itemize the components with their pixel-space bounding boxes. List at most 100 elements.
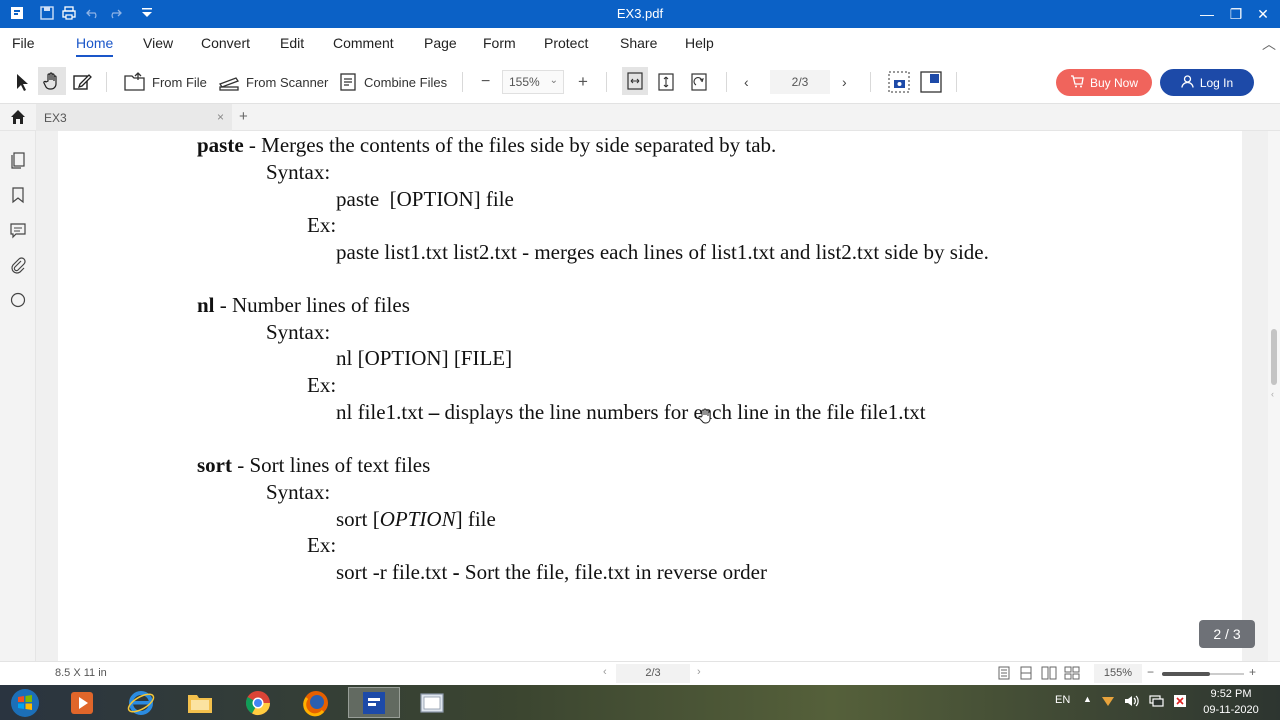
- sort-description: - Sort lines of text files: [232, 453, 431, 477]
- snapshot-icon[interactable]: [888, 70, 910, 94]
- menu-comment[interactable]: Comment: [333, 35, 394, 51]
- previous-page-icon[interactable]: ‹: [744, 70, 749, 94]
- nl-heading: nl - Number lines of files: [197, 293, 410, 318]
- close-tab-icon[interactable]: ×: [217, 110, 224, 124]
- zoom-slider[interactable]: [1162, 672, 1244, 676]
- show-hidden-icons[interactable]: ▲: [1083, 694, 1092, 704]
- home-icon[interactable]: [10, 109, 26, 130]
- status-zoom-out-button[interactable]: −: [1147, 665, 1154, 679]
- select-tool-icon[interactable]: [12, 70, 32, 94]
- zoom-in-button[interactable]: +: [578, 70, 588, 94]
- status-zoom-value[interactable]: 155%: [1094, 664, 1142, 683]
- combine-files-label: Combine Files: [364, 74, 448, 90]
- log-in-button[interactable]: Log In: [1160, 69, 1254, 96]
- nl-example-description: displays the line numbers for each line …: [439, 400, 926, 424]
- menu-convert[interactable]: Convert: [201, 35, 250, 51]
- from-file-button[interactable]: From File: [124, 70, 207, 94]
- search-icon[interactable]: [9, 291, 27, 309]
- menu-share[interactable]: Share: [620, 35, 657, 51]
- pdf-editor-taskbar-icon[interactable]: [348, 687, 400, 718]
- status-prev-page-icon[interactable]: ‹: [603, 666, 607, 678]
- document-viewer: paste - Merges the contents of the files…: [37, 131, 1268, 661]
- zoom-out-button[interactable]: −: [481, 70, 490, 94]
- next-page-icon[interactable]: ›: [842, 70, 847, 94]
- menu-view[interactable]: View: [143, 35, 173, 51]
- toolbar-divider: [726, 72, 727, 92]
- user-icon: [1181, 74, 1194, 91]
- paste-syntax-label: Syntax:: [266, 160, 331, 184]
- full-screen-icon[interactable]: [920, 70, 942, 94]
- menu-form[interactable]: Form: [483, 35, 516, 51]
- menu-page[interactable]: Page: [424, 35, 457, 51]
- continuous-view-icon[interactable]: [1019, 666, 1033, 683]
- two-page-view-icon[interactable]: [1041, 666, 1057, 683]
- sort-syntax-start: sort [: [336, 507, 380, 531]
- toolbar-divider: [956, 72, 957, 92]
- page-indicator-overlay: 2 / 3: [1199, 620, 1255, 648]
- edit-tool-icon[interactable]: [72, 70, 92, 94]
- snipping-tool-icon[interactable]: [406, 687, 458, 718]
- combine-files-button[interactable]: Combine Files: [338, 70, 447, 94]
- tab-ex3[interactable]: EX3 ×: [36, 104, 232, 131]
- status-zoom-in-button[interactable]: +: [1249, 665, 1256, 679]
- collapse-ribbon-icon[interactable]: ︿: [1262, 34, 1276, 54]
- expand-right-panel-icon[interactable]: ‹: [1271, 389, 1274, 399]
- menu-edit[interactable]: Edit: [280, 35, 304, 51]
- paste-example: paste list1.txt list2.txt - merges each …: [336, 240, 989, 264]
- media-player-icon[interactable]: [56, 687, 108, 718]
- menu-help[interactable]: Help: [685, 35, 714, 51]
- fit-page-icon[interactable]: [657, 70, 675, 94]
- clock-date[interactable]: 09-11-2020: [1200, 704, 1262, 716]
- new-tab-button[interactable]: +: [239, 108, 248, 125]
- restore-icon[interactable]: ❐: [1226, 4, 1246, 24]
- status-page-input[interactable]: 2/3: [616, 664, 690, 683]
- hand-cursor-icon: [698, 408, 712, 429]
- pdf-page: paste - Merges the contents of the files…: [58, 131, 1242, 661]
- clock-time[interactable]: 9:52 PM: [1206, 688, 1256, 700]
- language-indicator[interactable]: EN: [1055, 694, 1070, 706]
- sort-command: sort: [197, 453, 232, 477]
- rotate-page-icon[interactable]: [690, 70, 708, 94]
- sort-example-dash: -: [452, 560, 460, 584]
- left-sidebar: ›: [0, 131, 43, 661]
- vertical-scrollbar[interactable]: ‹: [1268, 131, 1280, 661]
- buy-now-button[interactable]: Buy Now: [1056, 69, 1152, 96]
- close-icon[interactable]: ✕: [1253, 4, 1273, 24]
- menu-home[interactable]: Home: [76, 35, 114, 57]
- network-icon[interactable]: [1149, 694, 1165, 711]
- bookmark-icon[interactable]: [9, 186, 27, 204]
- scrollbar-thumb[interactable]: [1271, 329, 1277, 385]
- windows-taskbar: EN ▲ 9:52 PM 09-11-2020: [0, 685, 1280, 720]
- paste-description: - Merges the contents of the files side …: [243, 133, 777, 157]
- attachment-icon[interactable]: [9, 256, 27, 274]
- status-next-page-icon[interactable]: ›: [697, 666, 701, 678]
- nl-example: nl file1.txt – displays the line numbers…: [336, 400, 926, 425]
- two-page-continuous-icon[interactable]: [1064, 666, 1080, 683]
- chrome-icon[interactable]: [232, 687, 284, 718]
- menu-file[interactable]: File: [12, 35, 35, 51]
- comments-icon[interactable]: [9, 221, 27, 239]
- zoom-slider-fill: [1162, 672, 1210, 676]
- fit-width-icon[interactable]: [622, 67, 648, 95]
- toolbar-divider: [606, 72, 607, 92]
- hand-tool-icon[interactable]: [38, 67, 66, 95]
- document-tabs: EX3 × +: [0, 104, 1280, 131]
- from-scanner-button[interactable]: From Scanner: [218, 70, 328, 94]
- sort-example: sort -r file.txt - Sort the file, file.t…: [336, 560, 767, 585]
- file-explorer-icon[interactable]: [174, 687, 226, 718]
- start-button[interactable]: [0, 687, 50, 718]
- tray-app-icon[interactable]: [1101, 694, 1115, 711]
- nl-example-label: Ex:: [307, 373, 337, 397]
- internet-explorer-icon[interactable]: [115, 687, 167, 718]
- page-number-input[interactable]: 2/3: [770, 70, 830, 94]
- zoom-select[interactable]: 155% ⌄: [502, 70, 564, 94]
- volume-icon[interactable]: [1124, 694, 1140, 711]
- action-center-icon[interactable]: [1173, 694, 1187, 711]
- firefox-icon[interactable]: [290, 687, 342, 718]
- menu-protect[interactable]: Protect: [544, 35, 588, 51]
- nl-description: - Number lines of files: [214, 293, 410, 317]
- thumbnails-icon[interactable]: [9, 151, 27, 169]
- sort-example-label: Ex:: [307, 533, 337, 557]
- minimize-icon[interactable]: —: [1197, 4, 1217, 24]
- single-page-view-icon[interactable]: [997, 666, 1011, 683]
